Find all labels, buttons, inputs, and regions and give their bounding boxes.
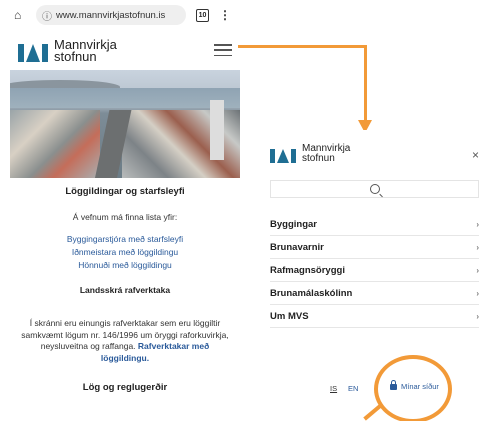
logo-text[interactable]: Mannvirkja stofnun [54,38,117,63]
annotation-highlight-circle [374,355,452,421]
menu-item-rafmagnsoryggi[interactable]: Rafmagnsöryggi › [270,260,479,282]
url-text: www.mannvirkjastofnun.is [56,9,166,21]
link-master-craftsmen[interactable]: Iðnmeistara með löggildingu [10,247,240,257]
link-designers[interactable]: Hönnuði með löggildingu [10,260,240,270]
search-input[interactable] [270,180,479,198]
menu-item-brunavarnir[interactable]: Brunavarnir › [270,237,479,259]
logo-text[interactable]: Mannvirkja stofnun [302,144,350,163]
menu-item-byggingar[interactable]: Byggingar › [270,214,479,236]
hero-city-image [10,70,240,178]
close-icon[interactable]: × [472,148,479,162]
address-bar[interactable]: ⓘ www.mannvirkjastofnun.is [36,5,186,25]
menu-header: Mannvirkja stofnun [270,144,350,163]
mobile-website-screen: ⌂ ⓘ www.mannvirkjastofnun.is 10 ⋮ Mannvi… [10,0,240,408]
annotation-arrow-line-vertical [364,45,367,123]
home-icon[interactable]: ⌂ [14,8,30,22]
heading-licenses: Löggildingar og starfsleyfi [65,186,185,197]
language-is-link[interactable]: IS [330,384,337,393]
menu-item-um-mvs[interactable]: Um MVS › [270,306,479,328]
kebab-icon[interactable]: ⋮ [219,8,231,22]
menu-item-brunamalaskolinn[interactable]: Brunamálaskólinn › [270,283,479,305]
link-building-managers[interactable]: Byggingarstjóra með starfsleyfi [10,234,240,244]
intro-text: Á vefnum má finna lista yfir: [72,212,178,222]
tab-count-icon[interactable]: 10 [196,8,209,22]
language-en-link[interactable]: EN [348,384,358,393]
heading-electricians-register: Landsskrá rafverktaka [79,285,171,295]
browser-toolbar: ⌂ ⓘ www.mannvirkjastofnun.is 10 ⋮ [10,0,240,30]
logo-icon[interactable] [18,40,48,62]
info-icon[interactable]: ⓘ [42,8,52,23]
site-header: Mannvirkja stofnun [10,34,240,68]
logo-icon[interactable] [270,145,296,163]
heading-laws: Lög og reglugerðir [82,382,168,393]
annotation-arrow-line [238,45,366,48]
register-paragraph: Í skránni eru einungis rafverktakar sem … [21,318,229,363]
search-icon [369,184,380,194]
hamburger-menu-icon[interactable] [214,44,232,56]
